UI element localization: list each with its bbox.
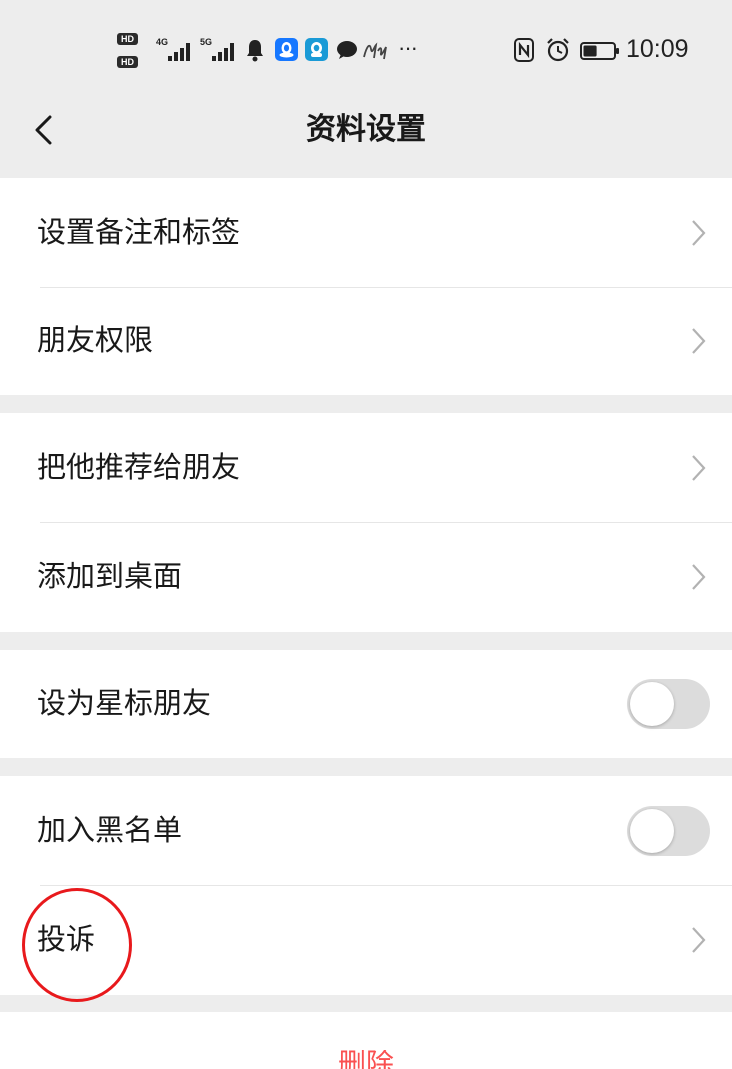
row-blacklist: 加入黑名单 xyxy=(0,776,732,885)
chevron-right-icon xyxy=(692,328,706,354)
hd-label: HD xyxy=(121,57,134,67)
chevron-right-icon xyxy=(692,219,706,246)
toggle-knob xyxy=(630,808,674,853)
row-label: 设为星标朋友 xyxy=(37,688,212,720)
row-remark-and-tags[interactable]: 设置备注和标签 xyxy=(0,178,732,287)
battery-fill xyxy=(583,45,597,57)
blacklist-toggle[interactable] xyxy=(627,805,710,856)
battery-icon xyxy=(580,42,620,60)
delete-button-label: 删除 xyxy=(337,1050,394,1069)
divider xyxy=(40,885,732,886)
signal-5g-icon xyxy=(212,41,236,61)
row-label: 加入黑名单 xyxy=(37,814,183,847)
hd-icon: HD xyxy=(117,33,138,45)
signal-4g-label: 4G xyxy=(156,37,169,47)
chevron-right-icon xyxy=(692,454,706,481)
row-label: 设置备注和标签 xyxy=(37,216,241,249)
highlight-circle xyxy=(22,888,132,1002)
row-label: 添加到桌面 xyxy=(37,561,183,593)
signal-5g-label: 5G xyxy=(200,37,213,47)
handwriting-icon xyxy=(362,41,390,61)
qq-icon xyxy=(305,38,328,61)
row-label: 把他推荐给朋友 xyxy=(37,451,241,484)
screen: HD HD 4G 5G ··· 10:09 资料设置 设置备注和标签 朋友权限 … xyxy=(0,0,732,1069)
toggle-knob xyxy=(630,682,674,726)
divider xyxy=(40,522,732,523)
qq-icon xyxy=(275,38,298,61)
hd-label: HD xyxy=(121,34,134,44)
row-friend-permissions[interactable]: 朋友权限 xyxy=(0,287,732,395)
row-label: 朋友权限 xyxy=(37,325,154,357)
alarm-icon xyxy=(546,37,570,63)
delete-button[interactable]: 删除 xyxy=(0,1012,732,1069)
row-star-friend: 设为星标朋友 xyxy=(0,650,732,758)
chat-bubble-icon xyxy=(336,40,358,60)
more-dots-icon: ··· xyxy=(398,35,418,60)
row-add-to-desktop[interactable]: 添加到桌面 xyxy=(0,522,732,632)
signal-4g-icon xyxy=(168,41,192,61)
divider xyxy=(40,287,732,288)
star-friend-toggle[interactable] xyxy=(627,679,710,729)
chevron-right-icon xyxy=(692,927,706,953)
bell-icon xyxy=(245,38,265,62)
page-title: 资料设置 xyxy=(306,113,426,146)
chevron-right-icon xyxy=(692,564,706,590)
status-time: 10:09 xyxy=(626,35,689,63)
row-recommend-to-friends[interactable]: 把他推荐给朋友 xyxy=(0,413,732,522)
hd-icon: HD xyxy=(117,56,138,68)
nfc-icon xyxy=(514,38,534,62)
